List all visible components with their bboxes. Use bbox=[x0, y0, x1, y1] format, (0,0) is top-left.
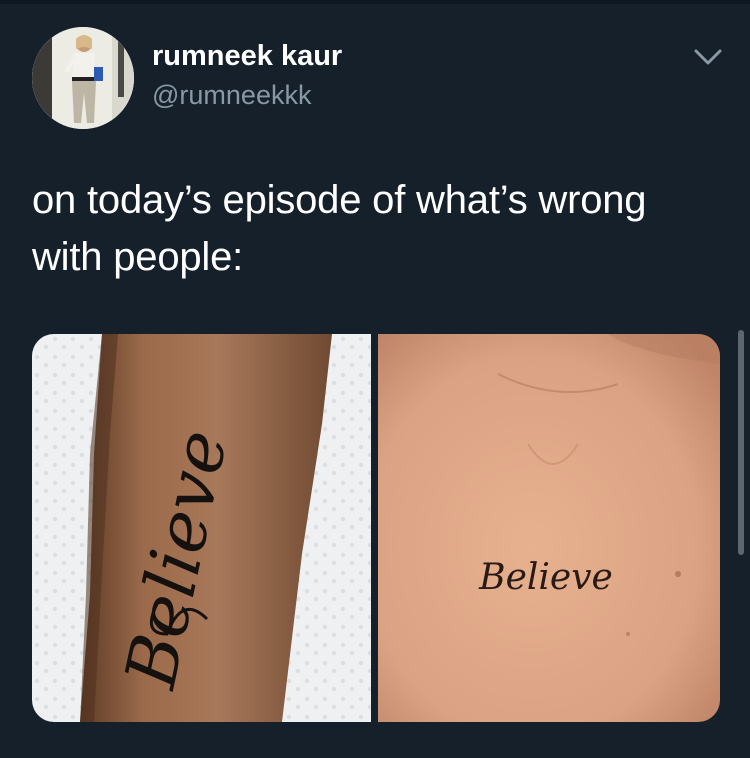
neck-tattoo-image: Believe bbox=[378, 334, 720, 722]
scrollbar[interactable] bbox=[738, 330, 744, 555]
forearm-tattoo-image: Believe bbox=[32, 334, 371, 722]
tweet-text-line-1: on today’s episode of what’s wrong bbox=[32, 178, 647, 222]
tweet-text-line-2: with people: bbox=[32, 235, 244, 279]
display-name[interactable]: rumneek kaur bbox=[152, 40, 342, 73]
media-photo-neck[interactable]: Believe bbox=[378, 334, 720, 722]
tattoo-text-right: Believe bbox=[478, 557, 613, 598]
top-divider bbox=[0, 0, 750, 4]
media-photo-forearm[interactable]: Believe bbox=[32, 334, 371, 722]
chevron-down-icon bbox=[694, 49, 722, 65]
tweet-text: on today’s episode of what’s wrong with … bbox=[32, 172, 722, 286]
avatar-photo bbox=[32, 27, 134, 129]
avatar[interactable] bbox=[32, 27, 134, 129]
more-options-button[interactable] bbox=[690, 44, 726, 72]
media-grid: Believe Believe bbox=[32, 334, 720, 722]
user-handle[interactable]: @rumneekkk bbox=[152, 80, 311, 111]
tweet-card: rumneek kaur @rumneekkk on today’s episo… bbox=[0, 0, 750, 758]
